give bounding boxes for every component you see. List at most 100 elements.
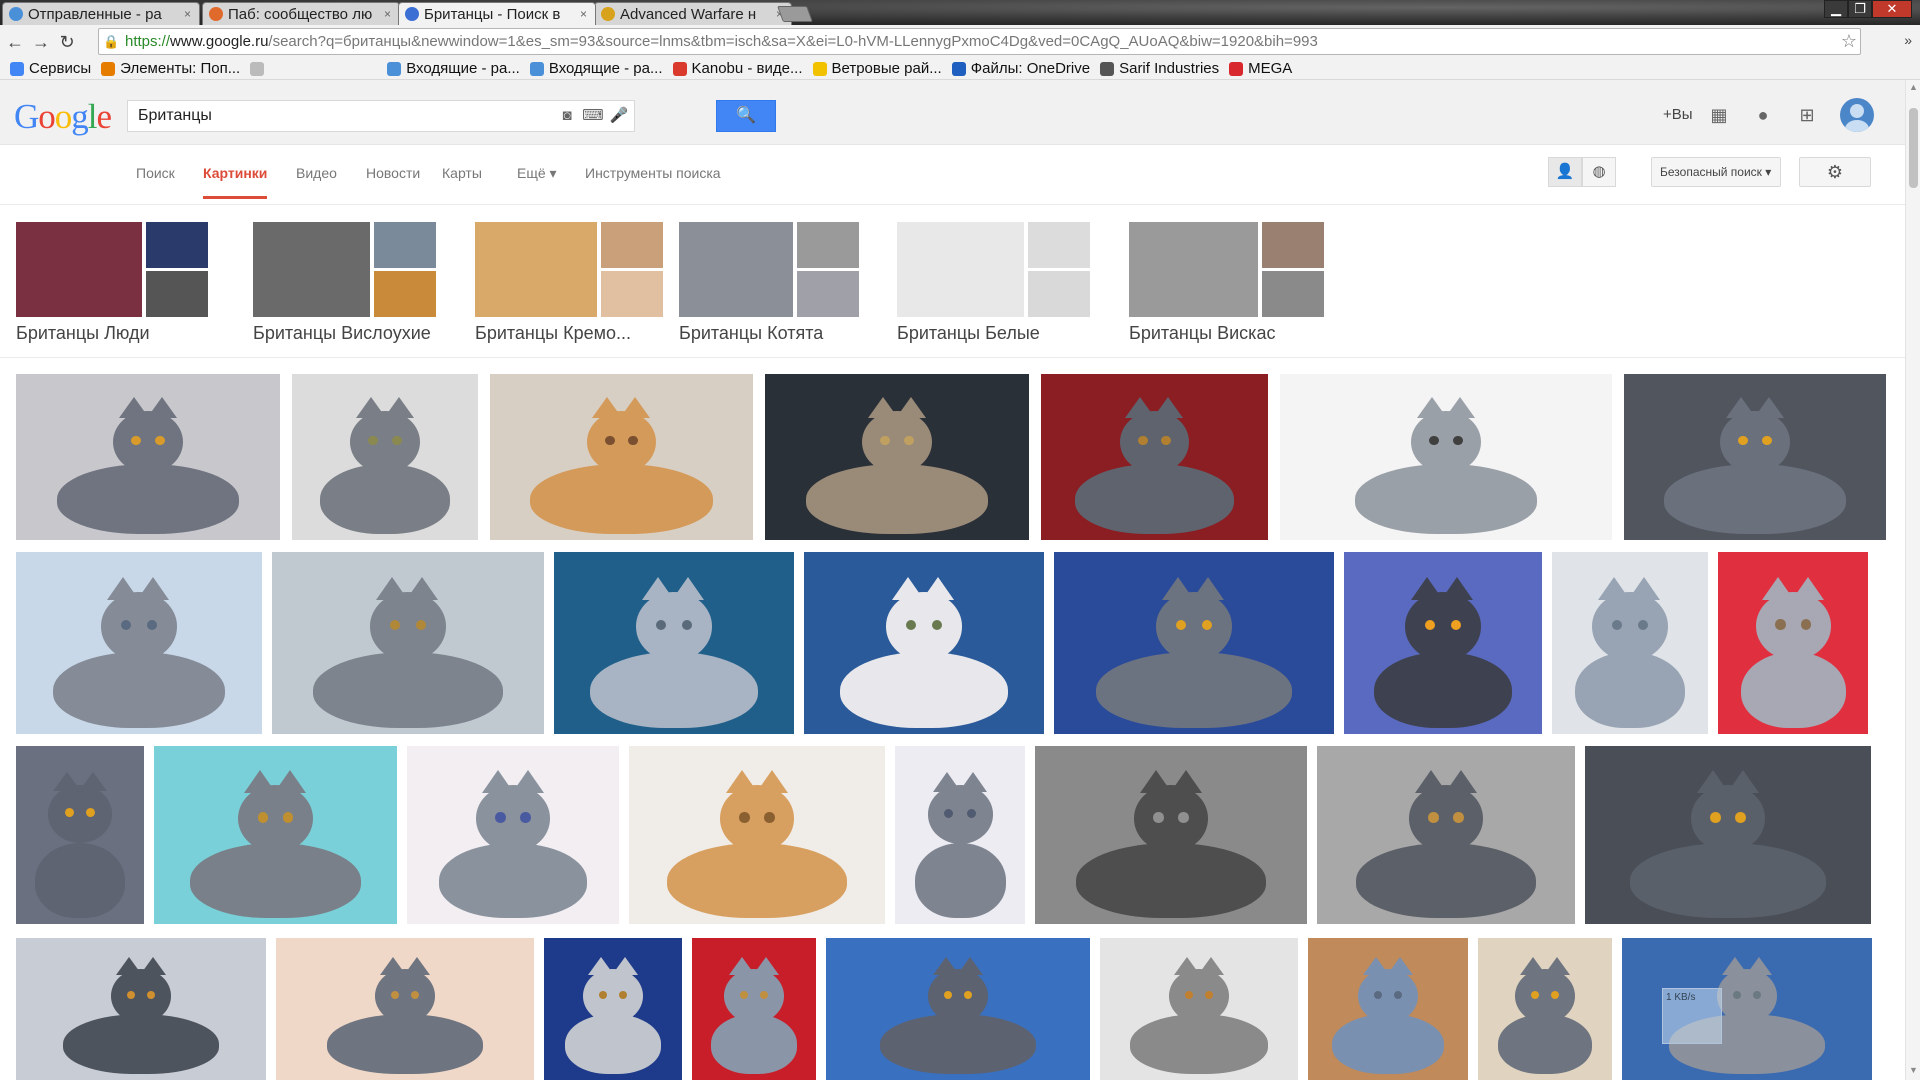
bookmark-star-icon[interactable]: ☆ [1838, 31, 1860, 52]
bookmark-item[interactable]: MEGA [1229, 60, 1292, 77]
image-result[interactable] [1317, 746, 1575, 924]
image-result[interactable] [1280, 374, 1612, 540]
image-result[interactable] [1624, 374, 1886, 540]
scroll-up-icon[interactable]: ▲ [1909, 82, 1918, 92]
new-tab-button[interactable] [777, 6, 813, 22]
page-scrollbar[interactable]: ▲ ▼ [1905, 80, 1920, 1080]
related-search-item[interactable]: Британцы Кремо... [475, 222, 663, 344]
image-result[interactable] [1478, 938, 1612, 1080]
tab-6[interactable]: Инструменты поиска [585, 165, 721, 181]
bookmark-item[interactable]: Ветровые рай... [812, 60, 942, 77]
image-result[interactable] [1035, 746, 1307, 924]
bookmark-item[interactable]: Kanobu - виде... [672, 60, 803, 77]
image-result[interactable] [272, 552, 544, 734]
globe-filter-icon[interactable]: ◍ [1582, 157, 1616, 187]
minimize-button[interactable]: ▁ [1824, 0, 1848, 18]
related-thumbnail[interactable] [475, 222, 663, 317]
tab-close-icon[interactable]: × [184, 7, 191, 21]
bookmark-item[interactable]: Элементы: Поп... [101, 60, 240, 77]
avatar[interactable] [1840, 98, 1874, 132]
tab-1[interactable]: Картинки [203, 165, 268, 199]
bookmark-item[interactable]: Sarif Industries [1100, 60, 1219, 77]
address-bar[interactable]: 🔒 https://www.google.ru/search?q=британц… [98, 28, 1861, 55]
image-result[interactable] [895, 746, 1025, 924]
related-search-item[interactable]: Британцы Вислоухие [253, 222, 436, 344]
search-box[interactable]: ◙ ⌨ 🎤 [127, 100, 635, 132]
tab-0[interactable]: Поиск [136, 165, 175, 181]
image-result[interactable] [407, 746, 619, 924]
keyboard-icon[interactable]: ⌨ [582, 105, 604, 127]
browser-tab[interactable]: Британцы - Поиск в × [398, 2, 596, 25]
bookmark-item[interactable]: Файлы: OneDrive [951, 60, 1090, 77]
image-result[interactable] [16, 746, 144, 924]
related-thumbnail[interactable] [897, 222, 1090, 317]
image-result[interactable] [292, 374, 478, 540]
apps-grid-icon[interactable]: ▦ [1706, 102, 1732, 128]
related-thumbnail[interactable] [253, 222, 436, 317]
related-thumbnail[interactable] [1129, 222, 1324, 317]
scrollbar-thumb[interactable] [1909, 108, 1918, 188]
image-result[interactable] [1054, 552, 1334, 734]
chrome-menu-icon[interactable]: » [1904, 32, 1912, 48]
maximize-button[interactable]: ❐ [1848, 0, 1872, 18]
image-result[interactable] [16, 552, 262, 734]
search-input[interactable] [128, 101, 556, 131]
browser-tab[interactable]: Отправленные - ра × [2, 2, 200, 25]
image-result[interactable] [154, 746, 397, 924]
related-thumbnail[interactable] [679, 222, 859, 317]
image-result[interactable] [765, 374, 1029, 540]
google-logo[interactable]: Google [14, 97, 112, 137]
url-text[interactable]: https://www.google.ru/search?q=британцы&… [125, 33, 1838, 50]
tab-4[interactable]: Карты [442, 165, 482, 181]
related-search-item[interactable]: Британцы Белые [897, 222, 1090, 344]
image-result[interactable] [1622, 938, 1872, 1080]
image-result[interactable] [16, 938, 266, 1080]
image-result[interactable] [276, 938, 534, 1080]
image-result[interactable] [804, 552, 1044, 734]
image-result[interactable] [692, 938, 816, 1080]
related-thumbnail[interactable] [16, 222, 208, 317]
browser-tab[interactable]: Advanced Warfare н× [594, 2, 792, 25]
image-result[interactable] [554, 552, 794, 734]
tab-close-icon[interactable]: × [580, 7, 587, 21]
image-result[interactable] [1585, 746, 1871, 924]
search-button[interactable]: 🔍 [716, 100, 776, 132]
tab-close-icon[interactable]: × [384, 7, 391, 21]
image-result[interactable] [1552, 552, 1708, 734]
image-result[interactable] [544, 938, 682, 1080]
image-result[interactable] [826, 938, 1090, 1080]
apps-bookmark[interactable]: Сервисы [10, 60, 91, 77]
forward-arrow-icon[interactable]: → [30, 31, 52, 53]
image-result[interactable] [629, 746, 885, 924]
image-result[interactable] [1718, 552, 1868, 734]
back-arrow-icon[interactable]: ← [4, 31, 26, 53]
image-result[interactable] [16, 374, 280, 540]
camera-icon[interactable]: ◙ [556, 105, 578, 127]
bookmark-item[interactable]: Входящие - ра... [387, 60, 520, 77]
scroll-down-icon[interactable]: ▼ [1909, 1065, 1918, 1075]
image-result[interactable] [1041, 374, 1268, 540]
person-filter-icon[interactable]: 👤 [1548, 157, 1582, 187]
safe-search-dropdown[interactable]: Безопасный поиск ▾ [1651, 157, 1781, 187]
notifications-bell-icon[interactable]: ● [1750, 102, 1776, 128]
bookmark-item[interactable]: Входящие - ра... [529, 60, 663, 77]
settings-gear-icon[interactable]: ⚙ [1799, 157, 1871, 187]
related-search-item[interactable]: Британцы Котята [679, 222, 859, 344]
reload-icon[interactable]: ↻ [56, 31, 78, 53]
share-plus-icon[interactable]: ⊞ [1794, 102, 1820, 128]
browser-tab[interactable]: Паб: сообщество лю × [202, 2, 400, 25]
cat-eye [1184, 990, 1194, 1000]
tab-5[interactable]: Ещё ▾ [517, 165, 557, 182]
related-search-item[interactable]: Британцы Вискас [1129, 222, 1324, 344]
image-result[interactable] [1100, 938, 1298, 1080]
image-result[interactable] [1344, 552, 1542, 734]
related-search-item[interactable]: Британцы Люди [16, 222, 208, 344]
microphone-icon[interactable]: 🎤 [608, 105, 630, 127]
plus-you-link[interactable]: +Вы [1663, 106, 1693, 123]
tab-2[interactable]: Видео [296, 165, 337, 181]
close-window-button[interactable]: ✕ [1872, 0, 1912, 18]
tab-3[interactable]: Новости [366, 165, 420, 181]
image-result[interactable] [490, 374, 753, 540]
bookmark-item[interactable] [250, 61, 269, 76]
image-result[interactable] [1308, 938, 1468, 1080]
